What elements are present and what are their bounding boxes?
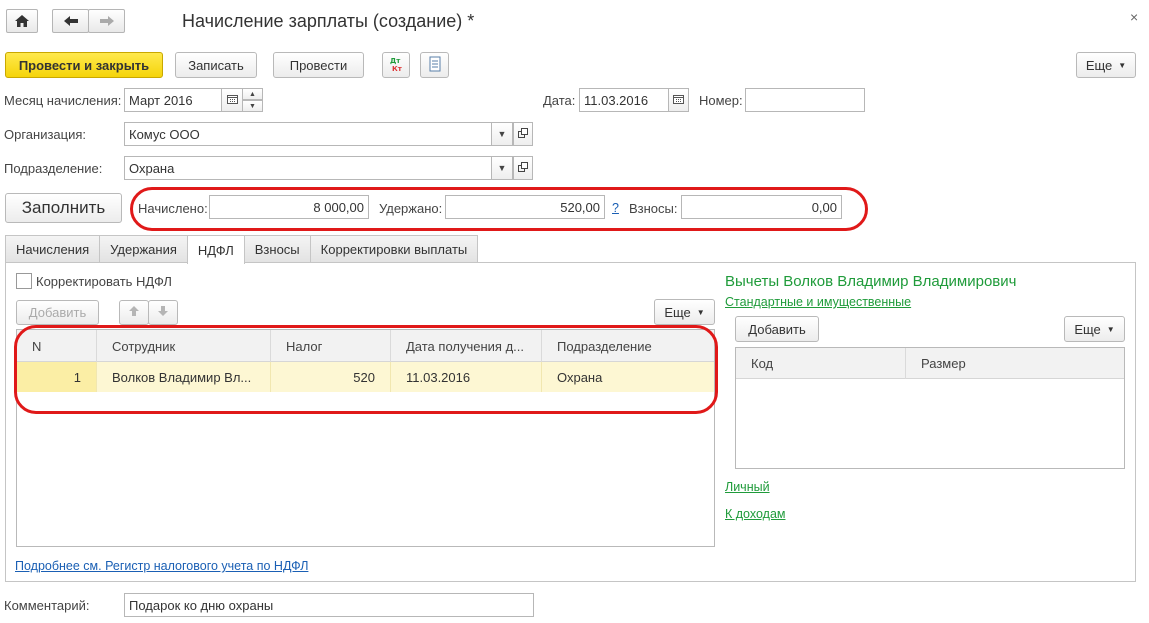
accrued-label: Начислено: [138, 201, 208, 216]
number-label: Номер: [699, 93, 743, 108]
post-button[interactable]: Провести [273, 52, 364, 78]
cell-tax: 520 [271, 362, 391, 392]
open-icon [518, 128, 528, 140]
post-and-close-button[interactable]: Провести и закрыть [5, 52, 163, 78]
month-field[interactable]: Март 2016 [124, 88, 222, 112]
forward-button[interactable] [88, 9, 125, 33]
personal-link[interactable]: Личный [725, 480, 770, 494]
table-header: N Сотрудник Налог Дата получения д... По… [17, 330, 714, 362]
date-field[interactable]: 11.03.2016 [579, 88, 669, 112]
date-label: Дата: [543, 93, 576, 108]
table-header: Код Размер [736, 348, 1124, 379]
ndfl-table: N Сотрудник Налог Дата получения д... По… [16, 329, 715, 547]
fill-button[interactable]: Заполнить [5, 193, 122, 223]
cell-employee: Волков Владимир Вл... [97, 362, 271, 392]
withheld-help-link[interactable]: ? [612, 201, 619, 215]
cell-n: 1 [17, 362, 97, 392]
deductions-title: Вычеты Волков Владимир Владимирович [725, 273, 1017, 290]
arrow-up-icon [128, 305, 140, 320]
tab-withholdings[interactable]: Удержания [99, 235, 188, 263]
more-label: Еще [1074, 321, 1101, 337]
department-open[interactable] [513, 156, 533, 180]
cell-department: Охрана [557, 369, 603, 385]
correct-ndfl-checkbox[interactable] [16, 273, 32, 289]
contributions-field: 0,00 [681, 195, 842, 219]
more-label: Еще [664, 304, 691, 320]
calendar-icon [673, 94, 684, 106]
arrow-down-icon [157, 305, 169, 320]
dt-kt-icon: Дт Кт [387, 55, 405, 76]
dt-kt-button[interactable]: Дт Кт [382, 52, 410, 78]
department-dropdown[interactable]: ▼ [491, 156, 513, 180]
comment-label: Комментарий: [4, 598, 90, 613]
document-icon [428, 56, 442, 75]
tab-bar: Начисления Удержания НДФЛ Взносы Коррект… [5, 235, 479, 264]
column-header-tax[interactable]: Налог [271, 330, 391, 362]
accrued-field: 8 000,00 [209, 195, 369, 219]
svg-text:Кт: Кт [392, 65, 403, 73]
withheld-label: Удержано: [379, 201, 443, 216]
calendar-icon [226, 94, 238, 106]
page-title: Начисление зарплаты (создание) * [182, 11, 475, 31]
month-label: Месяц начисления: [4, 93, 122, 108]
date-calendar-button[interactable] [668, 88, 689, 112]
back-button[interactable] [52, 9, 89, 33]
month-spin-down[interactable]: ▼ [242, 100, 263, 112]
to-income-link[interactable]: К доходам [725, 507, 786, 521]
chevron-down-icon: ▼ [1118, 60, 1127, 70]
tab-ndfl[interactable]: НДФЛ [186, 235, 245, 264]
column-header-n[interactable]: N [17, 330, 97, 362]
column-header-amount[interactable]: Размер [906, 348, 1124, 379]
more-label: Еще [1085, 57, 1113, 73]
withheld-field: 520,00 [445, 195, 605, 219]
move-down-button[interactable] [148, 300, 178, 325]
save-button[interactable]: Записать [175, 52, 257, 78]
department-field[interactable]: Охрана [124, 156, 492, 180]
column-header-date[interactable]: Дата получения д... [391, 330, 542, 362]
add-ndfl-button[interactable]: Добавить [16, 300, 99, 325]
tab-accruals[interactable]: Начисления [5, 235, 101, 263]
deductions-table: Код Размер [735, 347, 1125, 469]
cell-date: 11.03.2016 [391, 362, 542, 392]
calendar-button[interactable] [221, 88, 243, 112]
chevron-down-icon: ▼ [696, 307, 705, 317]
number-field[interactable] [745, 88, 865, 112]
correct-ndfl-label: Корректировать НДФЛ [36, 274, 172, 289]
table-row[interactable]: 1 Волков Владимир Вл... 520 11.03.2016 О… [17, 362, 714, 392]
column-header-code[interactable]: Код [736, 348, 906, 379]
move-up-button[interactable] [119, 300, 149, 325]
svg-text:Дт: Дт [390, 57, 401, 65]
open-icon [518, 162, 528, 174]
month-spin-up[interactable]: ▲ [242, 88, 263, 100]
home-icon [14, 14, 30, 28]
organization-label: Организация: [4, 127, 87, 142]
column-header-employee[interactable]: Сотрудник [97, 330, 271, 362]
contributions-label: Взносы: [629, 201, 678, 216]
column-header-department[interactable]: Подразделение [542, 330, 714, 362]
close-icon[interactable]: × [1130, 9, 1138, 25]
organization-dropdown[interactable]: ▼ [491, 122, 513, 146]
arrow-left-icon [63, 15, 79, 27]
tab-contributions[interactable]: Взносы [243, 235, 311, 263]
arrow-right-icon [99, 15, 115, 27]
tab-payment-adjustments[interactable]: Корректировки выплаты [309, 235, 479, 263]
register-link[interactable]: Подробнее см. Регистр налогового учета п… [15, 559, 308, 573]
more-button[interactable]: Еще ▼ [1076, 52, 1136, 78]
organization-open[interactable] [513, 122, 533, 146]
home-button[interactable] [6, 9, 38, 33]
deductions-more-button[interactable]: Еще ▼ [1064, 316, 1125, 342]
department-label: Подразделение: [4, 161, 103, 176]
organization-field[interactable]: Комус ООО [124, 122, 492, 146]
standard-deductions-link[interactable]: Стандартные и имущественные [725, 295, 911, 309]
chevron-down-icon: ▼ [1106, 324, 1115, 334]
comment-field[interactable]: Подарок ко дню охраны [124, 593, 534, 617]
document-button[interactable] [420, 52, 449, 78]
add-deduction-button[interactable]: Добавить [735, 316, 819, 342]
ndfl-more-button[interactable]: Еще ▼ [654, 299, 715, 325]
